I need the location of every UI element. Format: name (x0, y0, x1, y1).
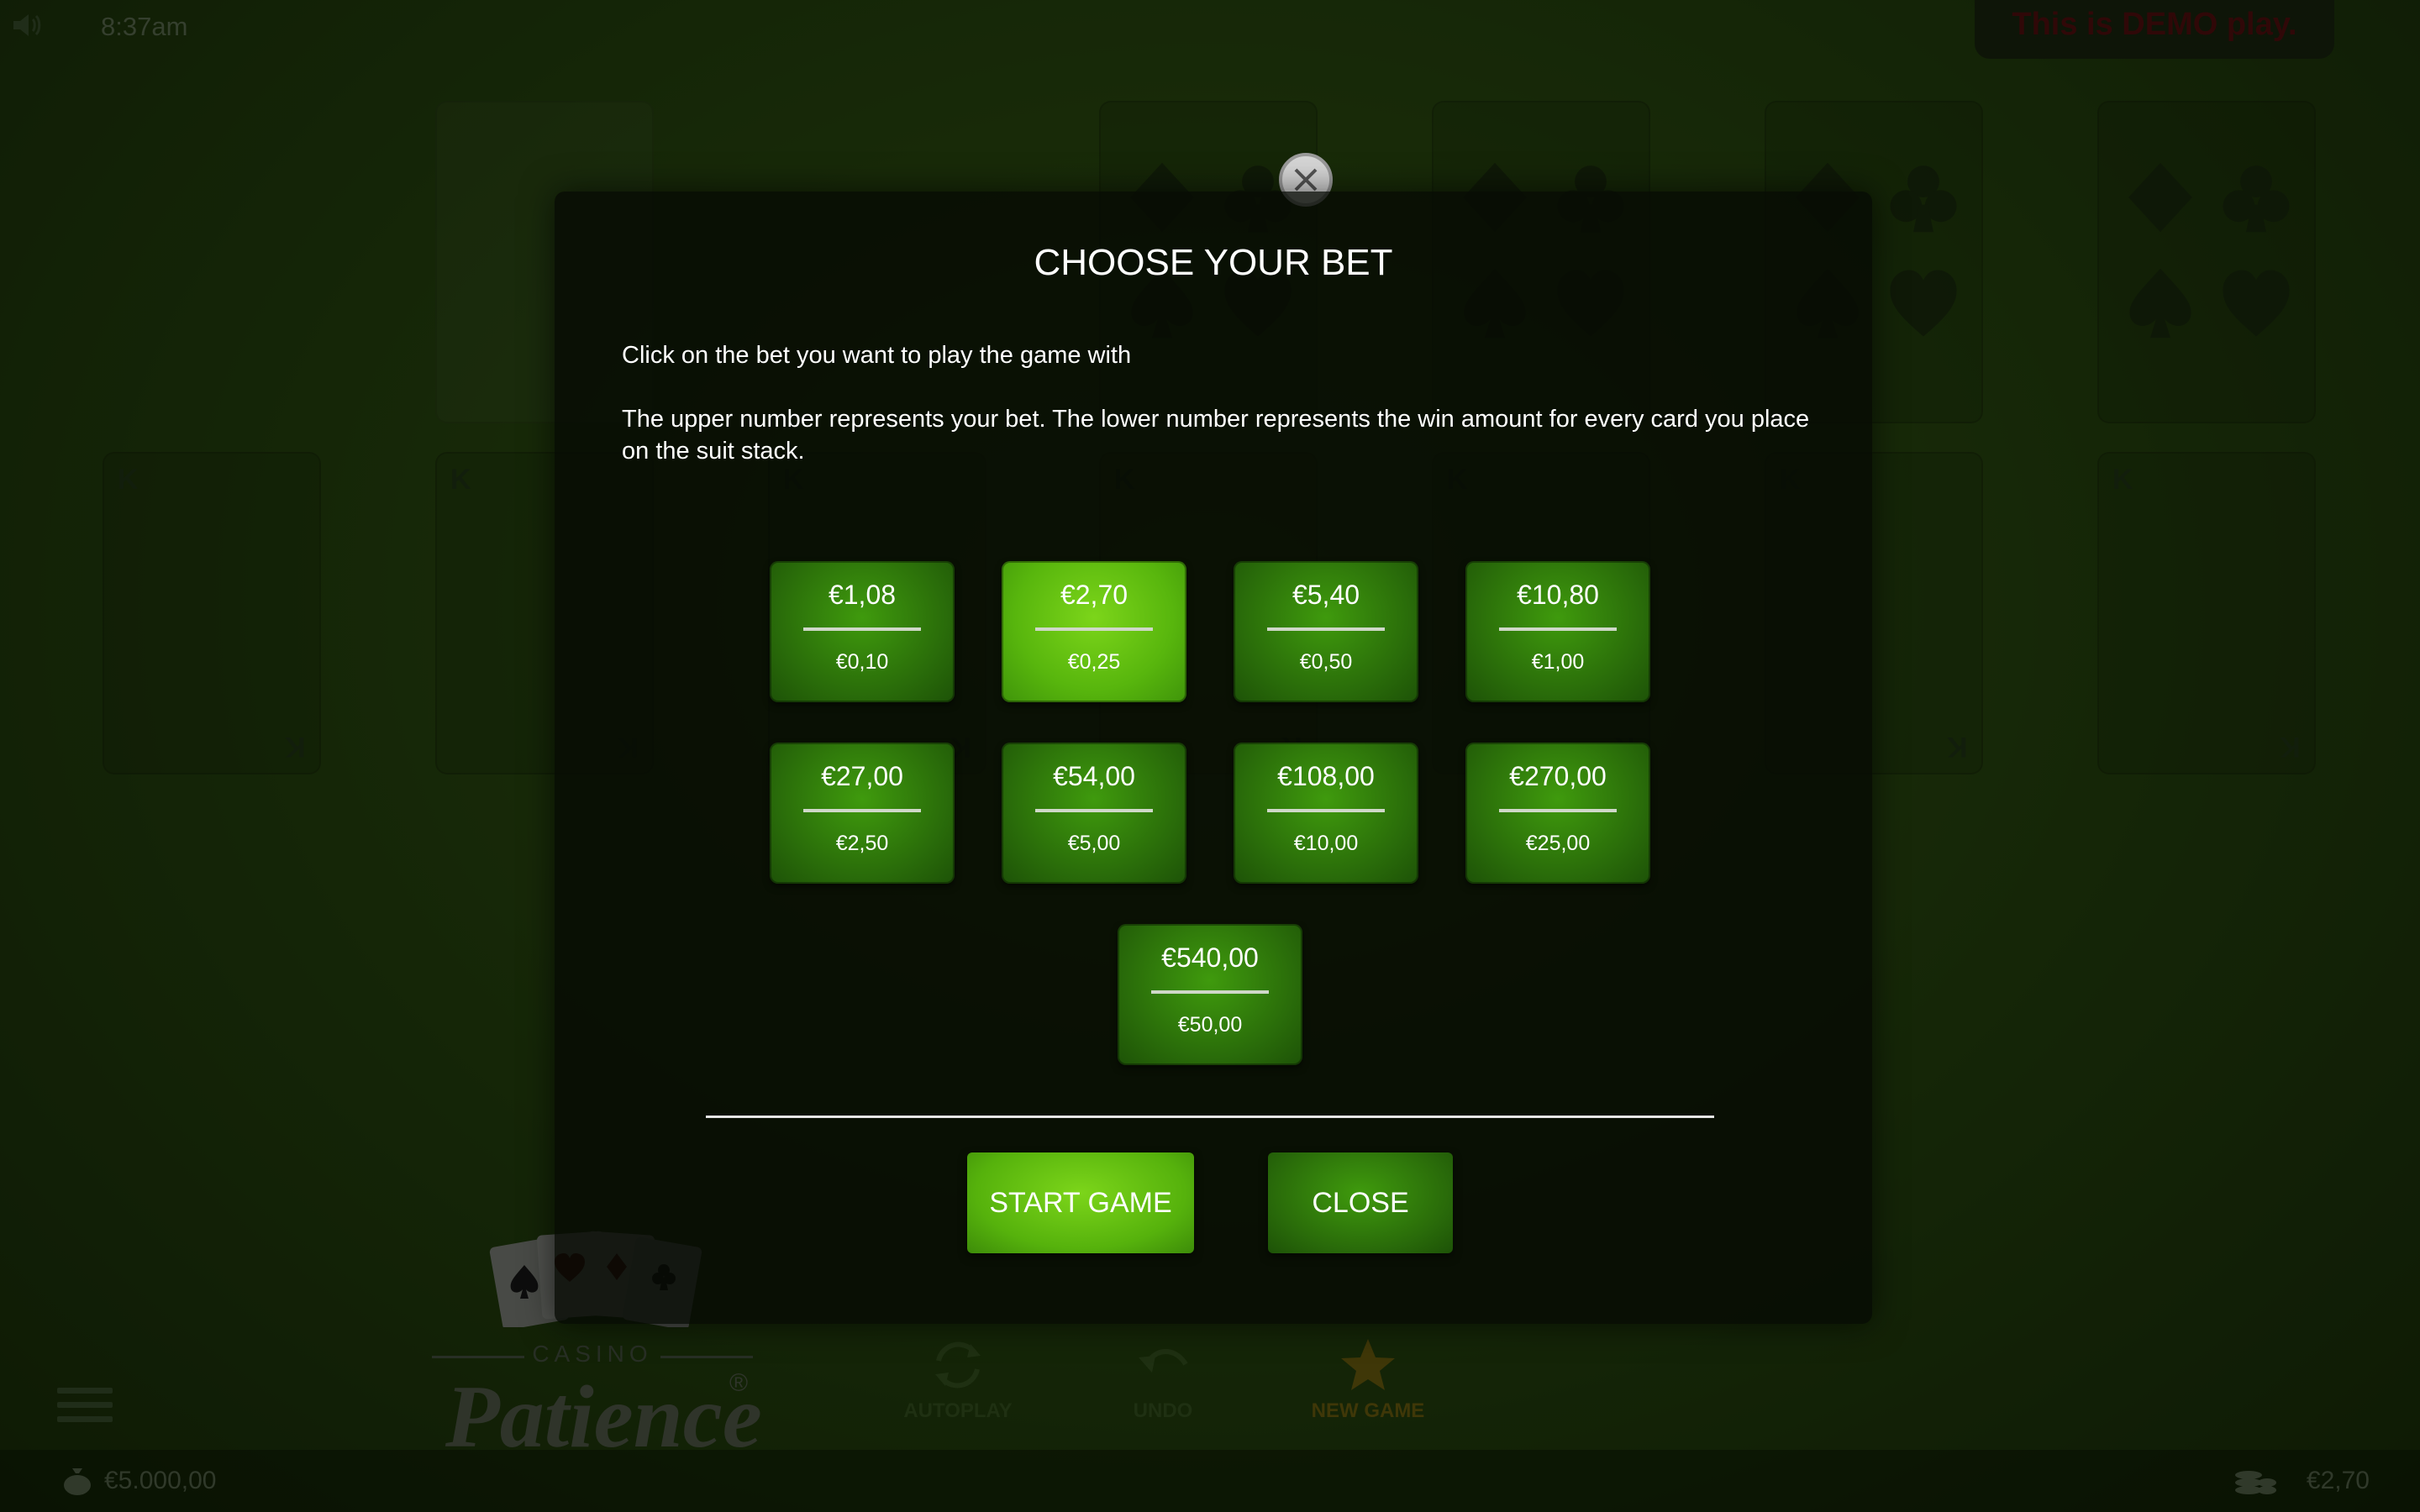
bet-amount: €270,00 (1509, 761, 1607, 791)
bet-win-amount: €2,50 (835, 832, 889, 855)
bet-amount: €54,00 (1053, 761, 1135, 791)
dialog-divider (706, 1116, 1714, 1118)
bet-divider (1035, 627, 1153, 631)
bet-win-amount: €5,00 (1067, 832, 1121, 855)
bet-amount: €1,08 (828, 580, 897, 610)
dialog-instruction: Click on the bet you want to play the ga… (622, 342, 1132, 369)
dialog-title: CHOOSE YOUR BET (1034, 242, 1393, 283)
bet-amount: €108,00 (1277, 761, 1375, 791)
bet-win-amount: €0,50 (1299, 650, 1353, 674)
start-game-button[interactable]: START GAME (967, 1152, 1194, 1253)
bet-divider (1267, 627, 1385, 631)
bet-option[interactable]: €54,00 €5,00 (1002, 743, 1186, 884)
bet-win-amount: €1,00 (1531, 650, 1585, 674)
bet-divider (1267, 809, 1385, 812)
bet-divider (803, 809, 921, 812)
bet-option[interactable]: €1,08 €0,10 (770, 561, 955, 702)
bet-amount: €540,00 (1161, 942, 1259, 973)
bet-win-amount: €0,25 (1067, 650, 1121, 674)
bet-option[interactable]: €270,00 €25,00 (1465, 743, 1650, 884)
choose-bet-dialog: CHOOSE YOUR BET Click on the bet you wan… (555, 192, 1872, 1324)
bet-win-amount: €50,00 (1177, 1013, 1243, 1037)
bet-divider (1499, 809, 1617, 812)
dialog-explanation: The upper number represents your bet. Th… (622, 406, 1810, 465)
bet-amount: €2,70 (1060, 580, 1128, 610)
bet-option[interactable]: €5,40 €0,50 (1234, 561, 1418, 702)
bet-option[interactable]: €108,00 €10,00 (1234, 743, 1418, 884)
bet-win-amount: €10,00 (1293, 832, 1359, 855)
bet-amount: €10,80 (1517, 580, 1599, 610)
bet-amount: €5,40 (1292, 580, 1360, 610)
bet-option[interactable]: €27,00 €2,50 (770, 743, 955, 884)
close-icon (1294, 168, 1318, 192)
bet-divider (1035, 809, 1153, 812)
bet-win-amount: €0,10 (835, 650, 889, 674)
bet-option[interactable]: €540,00 €50,00 (1118, 924, 1302, 1065)
bet-divider (803, 627, 921, 631)
bet-divider (1499, 627, 1617, 631)
bet-divider (1151, 990, 1269, 994)
bet-win-amount: €25,00 (1525, 832, 1591, 855)
bet-amount: €27,00 (821, 761, 903, 791)
close-button[interactable]: CLOSE (1268, 1152, 1453, 1253)
bet-option[interactable]: €10,80 €1,00 (1465, 561, 1650, 702)
bet-option-selected[interactable]: €2,70 €0,25 (1002, 561, 1186, 702)
